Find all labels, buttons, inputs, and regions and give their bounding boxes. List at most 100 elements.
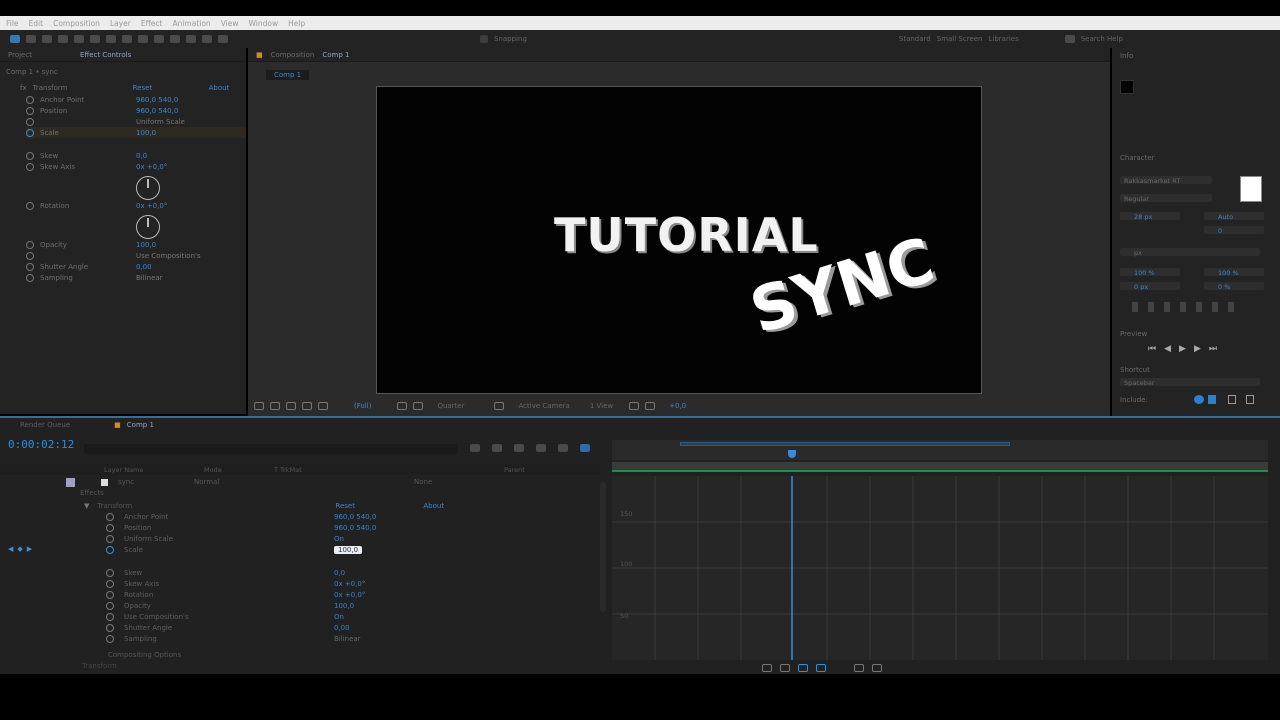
baseline-shift-field[interactable]: 0 px [1120,282,1180,291]
stopwatch-icon[interactable] [26,117,34,126]
stopwatch-icon[interactable] [26,162,34,171]
exposure-value[interactable]: +0,0 [669,402,686,410]
frame-blend-icon[interactable] [514,444,524,452]
stopwatch-icon[interactable] [26,201,34,210]
include-layer-controls-icon[interactable] [1246,395,1254,404]
layer-mode-dropdown[interactable]: Normal [194,478,494,486]
camera-dropdown[interactable]: Active Camera [518,402,569,410]
camera-tool-icon[interactable] [74,35,84,43]
snapshot-icon[interactable] [397,402,408,410]
transform-group-header[interactable]: fx Transform Reset About [20,82,246,93]
prev-keyframe-icon[interactable]: ◀ [8,545,13,553]
snapping-checkbox[interactable] [480,35,488,43]
stopwatch-icon[interactable] [106,534,114,543]
comp-lock-icon[interactable]: ■ [114,421,121,429]
transparency-grid-icon[interactable] [494,402,505,410]
leading-field[interactable]: Auto [1204,212,1264,221]
snap-icon[interactable] [816,664,826,672]
zoom-dropdown[interactable] [286,402,296,410]
work-area-bar[interactable] [680,442,1010,446]
skew-axis-dial[interactable] [136,176,160,200]
timeline-search-input[interactable] [84,444,458,454]
layer-label-color[interactable] [66,477,75,487]
view-layout-dropdown[interactable]: 1 View [590,402,613,410]
shy-icon[interactable] [492,444,502,452]
vertical-scale-field[interactable]: 100 % [1120,268,1180,277]
faux-style-buttons[interactable] [1132,302,1252,312]
comp-name[interactable]: Comp 1 [322,51,349,59]
font-size-field[interactable]: 28 px [1120,212,1180,221]
stroke-width-field[interactable]: px [1120,248,1260,257]
preview-panel-title[interactable]: Preview [1120,330,1147,338]
layer-row[interactable]: sync Normal None [0,476,600,488]
first-frame-icon[interactable]: ⏮ [1148,344,1156,354]
pen-tool-icon[interactable] [122,35,132,43]
stopwatch-icon[interactable] [106,579,114,588]
fit-all-icon[interactable] [872,664,882,672]
shortcut-dropdown[interactable]: Spacebar [1120,378,1260,387]
selection-tool-icon[interactable] [10,35,20,43]
always-preview-icon[interactable] [254,402,264,410]
pan-behind-tool-icon[interactable] [90,35,100,43]
menu-window[interactable]: Window [249,19,279,28]
tutorial-text-layer[interactable]: TUTORIAL [554,208,819,262]
stopwatch-icon[interactable] [106,512,114,521]
effects-group[interactable]: Effects [80,489,104,497]
tsume-field[interactable]: 0 % [1204,282,1264,291]
twirl-icon[interactable]: ▼ [84,502,89,510]
stopwatch-icon[interactable] [26,151,34,160]
transform-reset-link[interactable]: Reset [335,502,423,510]
resolution-dropdown[interactable]: Quarter [437,402,464,410]
transform-group-row[interactable]: ▼ Transform Reset About [84,500,544,511]
include-overlay-icon[interactable] [1228,395,1236,404]
mask-visibility-icon[interactable] [270,402,280,410]
about-link[interactable]: About [209,84,230,92]
timecode-readout[interactable]: (Full) [354,402,371,410]
tab-composition[interactable]: Composition [271,51,315,59]
mask-tool-icon[interactable] [106,35,116,43]
lock-icon[interactable]: ■ [256,51,263,59]
transform-row[interactable]: Transform [82,662,117,670]
tab-render-queue[interactable]: Render Queue [20,421,70,429]
step-back-icon[interactable]: ◀ [1164,344,1171,354]
roto-brush-tool-icon[interactable] [202,35,212,43]
stopwatch-icon[interactable] [26,273,34,282]
workspace-standard[interactable]: Standard [899,35,931,43]
eraser-tool-icon[interactable] [186,35,196,43]
menu-layer[interactable]: Layer [110,19,131,28]
menu-file[interactable]: File [6,19,19,28]
menu-composition[interactable]: Composition [53,19,100,28]
toggle-pixel-icon[interactable] [629,402,640,410]
play-icon[interactable]: ▶ [1179,344,1186,354]
parent-dropdown[interactable]: None [414,478,432,486]
menu-view[interactable]: View [221,19,239,28]
stopwatch-icon[interactable] [106,601,114,610]
draft-3d-icon[interactable] [470,444,480,452]
menu-effect[interactable]: Effect [141,19,163,28]
scale-value-editing[interactable]: 100,0 [334,545,363,554]
clone-tool-icon[interactable] [170,35,180,43]
character-panel-title[interactable]: Character [1120,154,1155,162]
menu-animation[interactable]: Animation [172,19,210,28]
rotate-tool-icon[interactable] [58,35,68,43]
info-panel-title[interactable]: Info [1120,52,1133,60]
stopwatch-icon[interactable] [26,106,34,115]
workspace-libraries[interactable]: Libraries [988,35,1018,43]
fill-stroke-swatch[interactable] [1240,176,1262,202]
layer-duration-bar[interactable] [612,462,1268,472]
hand-tool-icon[interactable] [26,35,36,43]
stopwatch-icon[interactable] [26,128,34,137]
graph-options-icon[interactable] [780,664,790,672]
stopwatch-icon[interactable] [106,634,114,643]
workspace-small-screen[interactable]: Small Screen [937,35,983,43]
brush-tool-icon[interactable] [154,35,164,43]
stopwatch-icon[interactable] [26,240,34,249]
current-time-indicator[interactable] [788,450,796,458]
puppet-tool-icon[interactable] [218,35,228,43]
stopwatch-icon[interactable] [106,623,114,632]
comp-breadcrumb[interactable]: Comp 1 [266,70,310,80]
next-keyframe-icon[interactable]: ▶ [27,545,32,553]
stopwatch-icon[interactable] [106,568,114,577]
include-audio-icon[interactable] [1208,395,1216,404]
search-help-field[interactable]: Search Help [1081,35,1123,43]
